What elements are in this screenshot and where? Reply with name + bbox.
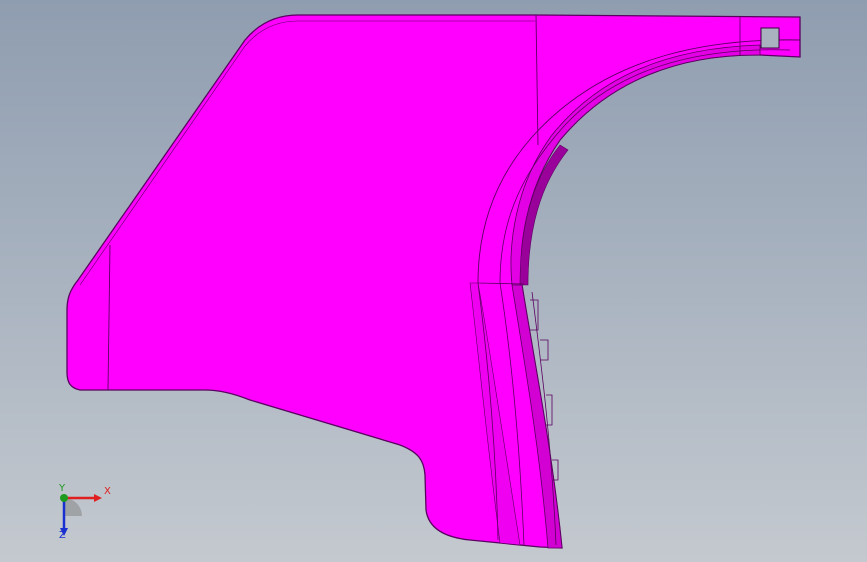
- x-axis-label: X: [104, 486, 111, 497]
- graphics-viewport[interactable]: X Y Z: [0, 0, 867, 562]
- y-axis-label: Y: [59, 483, 66, 494]
- z-axis-label: Z: [59, 530, 66, 541]
- coordinate-triad: X Y Z: [44, 484, 114, 544]
- mounting-hole[interactable]: [760, 27, 780, 49]
- fender-main-face[interactable]: [66, 14, 801, 549]
- fender-part-model[interactable]: [0, 0, 867, 562]
